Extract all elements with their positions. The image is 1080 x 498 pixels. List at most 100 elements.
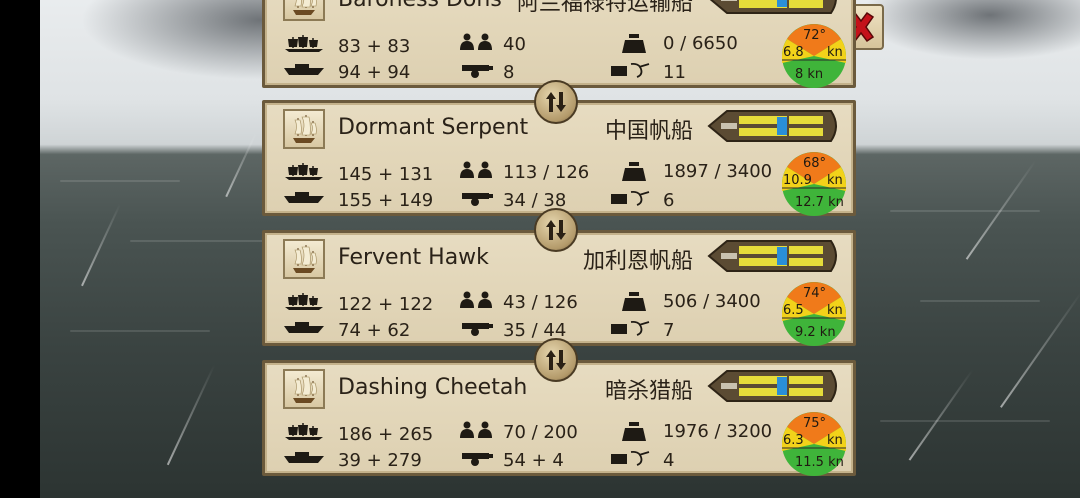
ship-name: Dormant Serpent xyxy=(338,115,529,140)
ship-type: 加利恩帆船 xyxy=(582,249,693,274)
rain-streak xyxy=(166,364,216,466)
crew-ships-icon xyxy=(285,35,323,52)
supplies-icon xyxy=(611,62,650,78)
ship-type: 阿兰福禄特运输船 xyxy=(516,0,693,16)
speed-low: 10.9 xyxy=(783,173,812,188)
ship-portrait[interactable] xyxy=(283,239,325,279)
cannon-icon xyxy=(462,193,493,206)
hull-value: 39 + 279 xyxy=(338,450,422,471)
swap-arrows-icon xyxy=(546,220,566,240)
cannon-icon xyxy=(462,453,493,466)
speed-max: 12.7 kn xyxy=(795,195,844,210)
speed-unit: kn xyxy=(827,45,843,60)
ship-card[interactable]: Baroness Dons 阿兰福禄特运输船 83 + 83 94 + 94 4… xyxy=(262,0,856,88)
speed-gauge: 72° 6.8 kn 8 kn xyxy=(781,23,847,89)
cannons-value: 8 xyxy=(503,62,515,83)
sailing-ship-icon xyxy=(293,245,317,273)
crew-value: 145 + 131 xyxy=(338,164,434,185)
speed-gauge: 74° 6.5 kn 9.2 kn xyxy=(781,281,847,347)
speed-gauge: 75° 6.3 kn 11.5 kn xyxy=(781,411,847,477)
crew-ships-icon xyxy=(285,163,323,180)
rain-streak xyxy=(908,369,974,461)
hull-condition-icon xyxy=(707,110,837,142)
cargo-weight-icon xyxy=(622,162,646,181)
hull-health-icon xyxy=(284,322,324,333)
hull-health-icon xyxy=(284,192,324,203)
speed-max: 8 kn xyxy=(795,67,824,82)
hull-value: 94 + 94 xyxy=(338,62,411,83)
speed-max: 9.2 kn xyxy=(795,325,836,340)
speed-low: 6.5 xyxy=(783,303,804,318)
sailors-value: 40 xyxy=(503,34,526,55)
cannon-icon xyxy=(462,65,493,78)
rain-streak xyxy=(1000,292,1080,408)
sailing-ship-icon xyxy=(293,0,317,15)
wave xyxy=(920,300,1040,302)
ship-type: 暗杀猎船 xyxy=(604,379,693,404)
crew-value: 122 + 122 xyxy=(338,294,434,315)
speed-low: 6.3 xyxy=(783,433,804,448)
sailors-icon xyxy=(460,421,492,438)
ship-portrait[interactable] xyxy=(283,369,325,409)
ship-name: Fervent Hawk xyxy=(338,245,489,270)
ship-portrait[interactable] xyxy=(283,0,325,21)
sailing-ship-icon xyxy=(293,115,317,143)
supplies-icon xyxy=(611,190,650,206)
supplies-value: 6 xyxy=(663,190,675,211)
rain-streak xyxy=(225,132,257,198)
cannons-value: 54 + 4 xyxy=(503,450,564,471)
swap-order-button[interactable] xyxy=(534,338,578,382)
hull-condition-icon xyxy=(707,370,837,402)
rain-streak xyxy=(81,203,121,287)
cannon-icon xyxy=(462,323,493,336)
speed-unit: kn xyxy=(827,173,843,188)
speed-unit: kn xyxy=(827,433,843,448)
hull-condition-icon xyxy=(707,240,837,272)
cargo-weight-icon xyxy=(622,34,646,53)
supplies-icon xyxy=(611,450,650,466)
speed-gauge: 68° 10.9 kn 12.7 kn xyxy=(781,151,847,217)
sailors-icon xyxy=(460,161,492,178)
storm-cloud xyxy=(860,0,1080,60)
crew-ships-icon xyxy=(285,293,323,310)
crew-ships-icon xyxy=(285,423,323,440)
swap-order-button[interactable] xyxy=(534,208,578,252)
supplies-value: 11 xyxy=(663,62,686,83)
sailors-value: 113 / 126 xyxy=(503,162,590,183)
cargo-value: 0 / 6650 xyxy=(663,33,738,54)
speed-unit: kn xyxy=(827,303,843,318)
cargo-value: 1976 / 3200 xyxy=(663,421,773,442)
cargo-value: 506 / 3400 xyxy=(663,291,761,312)
wind-angle: 68° xyxy=(803,156,827,171)
supplies-value: 7 xyxy=(663,320,675,341)
supplies-value: 4 xyxy=(663,450,675,471)
wave xyxy=(890,210,1040,212)
hull-condition-icon xyxy=(709,0,837,14)
swap-order-button[interactable] xyxy=(534,80,578,124)
cargo-weight-icon xyxy=(622,422,646,441)
sailing-ship-icon xyxy=(293,375,317,403)
hull-value: 155 + 149 xyxy=(338,190,434,211)
wind-angle: 75° xyxy=(803,416,827,431)
sailors-value: 70 / 200 xyxy=(503,422,578,443)
cargo-weight-icon xyxy=(622,292,646,311)
sailors-icon xyxy=(460,291,492,308)
cargo-value: 1897 / 3400 xyxy=(663,161,773,182)
wind-angle: 74° xyxy=(803,286,827,301)
swap-arrows-icon xyxy=(546,350,566,370)
ship-portrait[interactable] xyxy=(283,109,325,149)
ship-name: Dashing Cheetah xyxy=(338,375,528,400)
wave xyxy=(70,330,210,332)
swap-arrows-icon xyxy=(546,92,566,112)
ship-name: Baroness Dons xyxy=(338,0,502,12)
hull-value: 74 + 62 xyxy=(338,320,411,341)
speed-max: 11.5 kn xyxy=(795,455,844,470)
wind-angle: 72° xyxy=(803,28,827,43)
hull-health-icon xyxy=(284,64,324,75)
wave xyxy=(880,420,1050,422)
crew-value: 186 + 265 xyxy=(338,424,434,445)
sailors-value: 43 / 126 xyxy=(503,292,578,313)
supplies-icon xyxy=(611,320,650,336)
crew-value: 83 + 83 xyxy=(338,36,411,57)
hull-health-icon xyxy=(284,452,324,463)
